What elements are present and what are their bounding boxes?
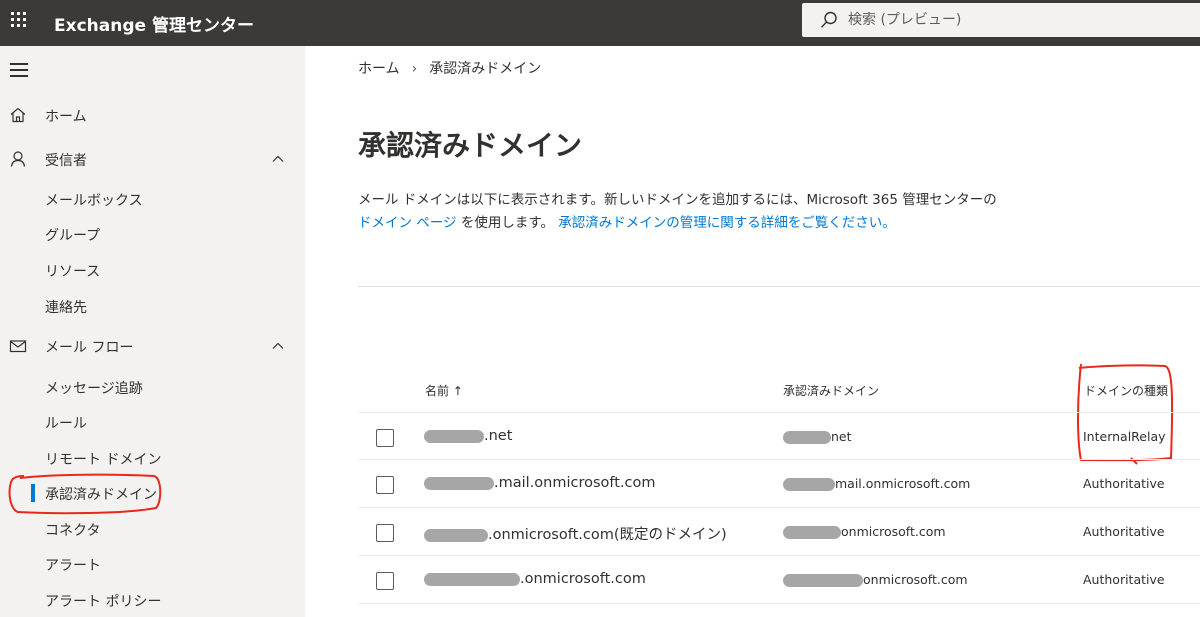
breadcrumb-home[interactable]: ホーム [358, 61, 400, 77]
cell-name-text: .onmicrosoft.com(既定のドメイン) [488, 527, 727, 543]
redacted-text [424, 528, 488, 542]
search-input[interactable] [848, 3, 1188, 37]
breadcrumb: ホーム › 承認済みドメイン [358, 58, 541, 78]
search-box[interactable] [802, 3, 1200, 37]
table-row[interactable]: .net net InternalRelay [358, 412, 1200, 460]
cell-domain-type: Authoritative [1083, 524, 1165, 539]
redacted-text [424, 429, 484, 443]
search-icon [821, 11, 837, 28]
nav-message-trace[interactable]: メッセージ追跡 [0, 370, 305, 404]
cell-accepted-domain: net [783, 429, 852, 444]
description-text-1: メール ドメインは以下に表示されます。新しいドメインを追加するには、Micros… [358, 192, 997, 208]
active-indicator [31, 484, 35, 502]
description-text-2: を使用します。 [460, 215, 554, 231]
cell-domain-text: net [831, 429, 852, 444]
nav-alert-policies-label: アラート ポリシー [45, 594, 162, 610]
nav-rules-label: ルール [45, 416, 87, 432]
nav-recipients[interactable]: 受信者 [0, 142, 305, 176]
table-row[interactable]: .mail.onmicrosoft.com mail.onmicrosoft.c… [358, 460, 1200, 508]
cell-domain-type: Authoritative [1083, 476, 1165, 491]
sidebar: ホーム 受信者 メールボックス グループ リソース 連絡先 メール フロー メッ… [0, 46, 305, 617]
cell-domain-type: InternalRelay [1083, 429, 1166, 444]
person-icon [10, 151, 26, 167]
app-title: Exchange 管理センター [54, 16, 254, 36]
breadcrumb-separator: › [411, 61, 418, 77]
chevron-up-icon[interactable] [271, 339, 285, 353]
redacted-text [424, 476, 494, 490]
nav-contacts-label: 連絡先 [45, 300, 87, 316]
cell-domain-text: mail.onmicrosoft.com [835, 476, 971, 491]
cell-name-text: .net [484, 428, 513, 444]
cell-name-text: .mail.onmicrosoft.com [494, 475, 656, 491]
redacted-text [783, 478, 835, 491]
nav-resources[interactable]: リソース [0, 253, 305, 287]
cell-accepted-domain: mail.onmicrosoft.com [783, 476, 970, 491]
cell-accepted-domain: onmicrosoft.com [783, 524, 946, 539]
nav-alert-policies[interactable]: アラート ポリシー [0, 583, 305, 617]
nav-resources-label: リソース [45, 264, 101, 280]
nav-recipients-label: 受信者 [45, 153, 87, 169]
column-header-name[interactable]: 名前 ↑ [425, 382, 463, 399]
nav-connectors-label: コネクタ [45, 523, 101, 539]
page-title: 承認済みドメイン [358, 129, 583, 162]
cell-accepted-domain: onmicrosoft.com [783, 572, 968, 587]
row-checkbox[interactable] [376, 572, 394, 590]
nav-alerts-label: アラート [45, 558, 101, 574]
home-icon [10, 107, 26, 123]
main-content: ホーム › 承認済みドメイン 承認済みドメイン メール ドメインは以下に表示されます… [305, 46, 1200, 617]
nav-mailboxes-label: メールボックス [45, 193, 143, 209]
nav-home[interactable]: ホーム [0, 98, 305, 132]
table-row[interactable]: .onmicrosoft.com(既定のドメイン) onmicrosoft.co… [358, 508, 1200, 556]
cell-domain-type: Authoritative [1083, 572, 1165, 587]
nav-mail-flow[interactable]: メール フロー [0, 329, 305, 363]
cell-name-text: .onmicrosoft.com [520, 571, 646, 587]
mail-icon [9, 340, 27, 353]
nav-home-label: ホーム [45, 109, 87, 125]
hamburger-menu-icon[interactable] [10, 63, 28, 77]
nav-groups-label: グループ [45, 228, 101, 244]
nav-remote-domains-label: リモート ドメイン [45, 452, 162, 468]
top-bar: Exchange 管理センター [0, 0, 1200, 46]
app-launcher-icon[interactable] [9, 10, 29, 30]
redacted-text [783, 526, 841, 539]
row-checkbox[interactable] [376, 524, 394, 542]
learn-more-link[interactable]: 承認済みドメインの管理に関する詳細をご覧ください。 [558, 215, 896, 231]
nav-alerts[interactable]: アラート [0, 547, 305, 581]
redacted-text [783, 574, 863, 587]
cell-name: .onmicrosoft.com(既定のドメイン) [424, 523, 727, 544]
redacted-text [783, 431, 831, 444]
nav-mailboxes[interactable]: メールボックス [0, 182, 305, 216]
breadcrumb-current: 承認済みドメイン [429, 61, 542, 77]
domains-page-link[interactable]: ドメイン ページ [358, 215, 457, 231]
cell-domain-text: onmicrosoft.com [863, 572, 968, 587]
page-description: メール ドメインは以下に表示されます。新しいドメインを追加するには、Micros… [358, 189, 998, 235]
nav-rules[interactable]: ルール [0, 405, 305, 439]
column-header-domain-type[interactable]: ドメインの種類 [1084, 382, 1168, 399]
column-header-accepted-domain[interactable]: 承認済みドメイン [783, 382, 879, 399]
cell-name: .mail.onmicrosoft.com [424, 475, 656, 491]
nav-remote-domains[interactable]: リモート ドメイン [0, 441, 305, 475]
nav-message-trace-label: メッセージ追跡 [45, 381, 143, 397]
row-checkbox[interactable] [376, 476, 394, 494]
nav-mail-flow-label: メール フロー [45, 340, 134, 356]
row-checkbox[interactable] [376, 429, 394, 447]
cell-name: .onmicrosoft.com [424, 571, 646, 587]
nav-accepted-domains-label: 承認済みドメイン [45, 487, 157, 503]
nav-contacts[interactable]: 連絡先 [0, 289, 305, 323]
cell-domain-text: onmicrosoft.com [841, 524, 946, 539]
nav-accepted-domains[interactable]: 承認済みドメイン [0, 476, 305, 510]
chevron-up-icon[interactable] [271, 152, 285, 166]
redacted-text [424, 572, 520, 586]
cell-name: .net [424, 428, 512, 444]
table-row[interactable]: .onmicrosoft.com onmicrosoft.com Authori… [358, 556, 1200, 604]
nav-groups[interactable]: グループ [0, 217, 305, 251]
nav-connectors[interactable]: コネクタ [0, 512, 305, 546]
divider [358, 286, 1200, 287]
